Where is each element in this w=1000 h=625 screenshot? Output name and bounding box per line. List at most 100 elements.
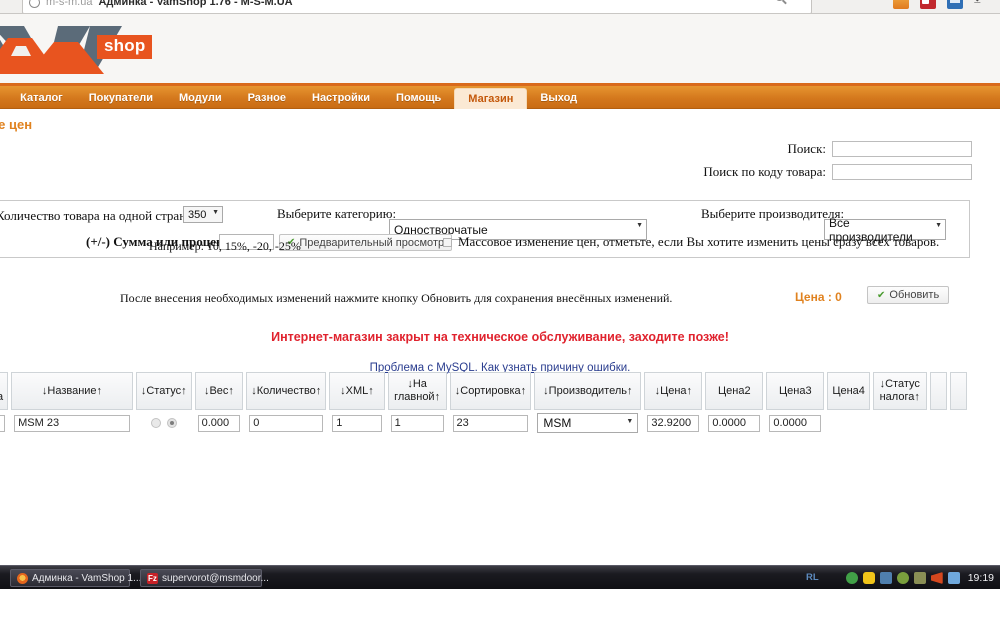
per-page-value: 350 bbox=[188, 208, 207, 221]
col-header-status[interactable]: ↓Статус↑ bbox=[135, 372, 192, 410]
col-header-weight[interactable]: ↓Вес↑ bbox=[194, 372, 244, 410]
col-header-quantity[interactable]: ↓Количество↑ bbox=[246, 372, 327, 410]
row-weight-input[interactable] bbox=[197, 414, 241, 432]
row-price1-input[interactable] bbox=[647, 414, 700, 432]
cell-manufacturer: MSM bbox=[534, 410, 641, 436]
reload-icon[interactable] bbox=[29, 0, 40, 8]
nav-item-nastroyki[interactable]: Настройки bbox=[299, 86, 383, 109]
firefox-extension-icon[interactable] bbox=[893, 0, 909, 9]
rl-language-badge[interactable]: RL bbox=[806, 572, 819, 583]
cell-xml bbox=[329, 410, 384, 436]
per-page-label: Количество товара на одной странице: bbox=[0, 208, 210, 223]
col-header-price1[interactable]: ↓Цена↑ bbox=[644, 372, 703, 410]
omnibox-actions: ★ bbox=[775, 0, 803, 2]
monitor-icon[interactable] bbox=[947, 572, 960, 584]
nav-item-raznoe[interactable]: Разное bbox=[235, 86, 299, 109]
category-label: Выберите категорию: bbox=[277, 206, 397, 221]
row-xml-input[interactable] bbox=[332, 414, 382, 432]
download-icon[interactable] bbox=[974, 0, 988, 9]
per-page-select[interactable]: 350 bbox=[183, 206, 223, 223]
mass-change-checkbox[interactable] bbox=[443, 238, 452, 247]
col-label: Цена bbox=[660, 384, 687, 397]
usb-icon[interactable] bbox=[913, 572, 926, 584]
products-table: Код товара ↓Название↑ ↓Статус↑ ↓Вес↑ ↓Ко… bbox=[0, 372, 970, 436]
nvidia-icon[interactable] bbox=[845, 572, 858, 584]
row-code-input[interactable] bbox=[0, 414, 6, 432]
row-manufacturer-value: MSM bbox=[543, 416, 572, 430]
update-button[interactable]: ✔ Обновить bbox=[867, 286, 950, 304]
col-header-xml[interactable]: ↓XML↑ bbox=[329, 372, 385, 410]
network-icon[interactable] bbox=[879, 572, 892, 584]
nav-item-katalog[interactable]: Каталог bbox=[7, 86, 76, 109]
col-label: Статус налога bbox=[879, 378, 920, 403]
col-label: Код товара bbox=[0, 391, 4, 403]
nav-item-magazin[interactable]: Магазин bbox=[454, 88, 528, 109]
update-button-label: Обновить bbox=[889, 289, 940, 301]
nav-item-pokupateli[interactable]: Покупатели bbox=[76, 86, 166, 109]
col-header-sort[interactable]: ↓Сортировка↑ bbox=[449, 372, 532, 410]
update-notice-text: После внесения необходимых изменений наж… bbox=[120, 291, 673, 305]
update-notice-row: После внесения необходимых изменений наж… bbox=[0, 286, 1000, 312]
cell-status bbox=[136, 410, 192, 436]
nav-item-zakazy[interactable]: азы bbox=[0, 86, 7, 109]
row-sort-input[interactable] bbox=[452, 414, 529, 432]
search-by-code-input[interactable] bbox=[832, 164, 972, 180]
preview-button[interactable]: ✔ Предварительный просмотр bbox=[279, 234, 453, 251]
search-row-general: Поиск: bbox=[787, 141, 972, 157]
col-header-main[interactable]: ↓На главной↑ bbox=[387, 372, 447, 410]
col-header-manufacturer[interactable]: ↓Производитель↑ bbox=[534, 372, 642, 410]
col-header-code[interactable]: Код товара bbox=[0, 372, 9, 410]
preview-button-label: Предварительный просмотр bbox=[299, 236, 445, 249]
cell-quantity bbox=[246, 410, 326, 436]
nav-item-moduli[interactable]: Модули bbox=[166, 86, 235, 109]
row-price3-input[interactable] bbox=[769, 414, 822, 432]
row-name-input[interactable] bbox=[14, 414, 130, 432]
page-bottom-spacer bbox=[0, 556, 1000, 565]
nav-item-vyhod[interactable]: Выход bbox=[527, 86, 590, 109]
col-header-tax-status[interactable]: ↓Статус налога↑ bbox=[872, 372, 927, 410]
logo-shop-badge: shop bbox=[97, 35, 153, 59]
shield-icon[interactable] bbox=[862, 572, 875, 584]
page-viewport: shop азы Каталог Покупатели Модули Разно… bbox=[0, 14, 1000, 565]
adblock-icon[interactable] bbox=[920, 0, 936, 9]
col-header-extra-1 bbox=[929, 372, 947, 410]
cell-main bbox=[388, 410, 447, 436]
col-label: Цена3 bbox=[779, 384, 812, 397]
nav-item-pomosch[interactable]: Помощь bbox=[383, 86, 454, 109]
col-header-extra-2 bbox=[949, 372, 967, 410]
cell-extra-1 bbox=[930, 410, 947, 436]
status-radio-on[interactable] bbox=[166, 417, 177, 428]
row-quantity-input[interactable] bbox=[249, 414, 324, 432]
taskbar-clock[interactable]: 19:19 bbox=[968, 572, 994, 584]
col-label: Название bbox=[47, 384, 97, 397]
search-icon[interactable] bbox=[775, 0, 785, 1]
col-header-price3[interactable]: Цена3 bbox=[766, 372, 825, 410]
vamshop-logo[interactable]: shop bbox=[0, 20, 198, 80]
extension-toolbar bbox=[893, 0, 988, 9]
os-taskbar: Админка - VamShop 1... Fz supervorot@msm… bbox=[0, 565, 1000, 589]
row-manufacturer-select[interactable]: MSM bbox=[537, 413, 639, 433]
address-bar[interactable]: m-s-m.ua Админка - VamShop 1.76 - M-S-M.… bbox=[22, 0, 812, 13]
col-header-name[interactable]: ↓Название↑ bbox=[11, 372, 133, 410]
site-header: shop bbox=[0, 14, 1000, 86]
taskbar-button-filezilla[interactable]: Fz supervorot@msmdoor... bbox=[140, 569, 269, 587]
page-title: енение цен bbox=[0, 109, 1000, 139]
bluescreen-icon[interactable] bbox=[947, 0, 963, 9]
row-main-input[interactable] bbox=[390, 414, 444, 432]
col-header-price4[interactable]: Цена4 bbox=[827, 372, 870, 410]
products-table-wrap: Код товара ↓Название↑ ↓Статус↑ ↓Вес↑ ↓Ко… bbox=[0, 372, 970, 436]
col-header-price2[interactable]: Цена2 bbox=[705, 372, 764, 410]
col-label: На главной bbox=[394, 378, 435, 403]
col-label: Количество bbox=[256, 384, 316, 397]
cell-name bbox=[11, 410, 133, 436]
check-icon: ✔ bbox=[877, 289, 886, 301]
cell-code bbox=[0, 410, 8, 436]
row-price2-input[interactable] bbox=[708, 414, 761, 432]
taskbar-button-browser[interactable]: Админка - VamShop 1... bbox=[10, 569, 141, 587]
volume-icon[interactable] bbox=[930, 572, 943, 584]
cell-tax-status bbox=[873, 410, 927, 436]
status-radio-off[interactable] bbox=[150, 417, 161, 428]
bluetooth-icon[interactable] bbox=[896, 572, 909, 584]
star-icon[interactable]: ★ bbox=[792, 0, 803, 2]
search-input[interactable] bbox=[832, 141, 972, 157]
